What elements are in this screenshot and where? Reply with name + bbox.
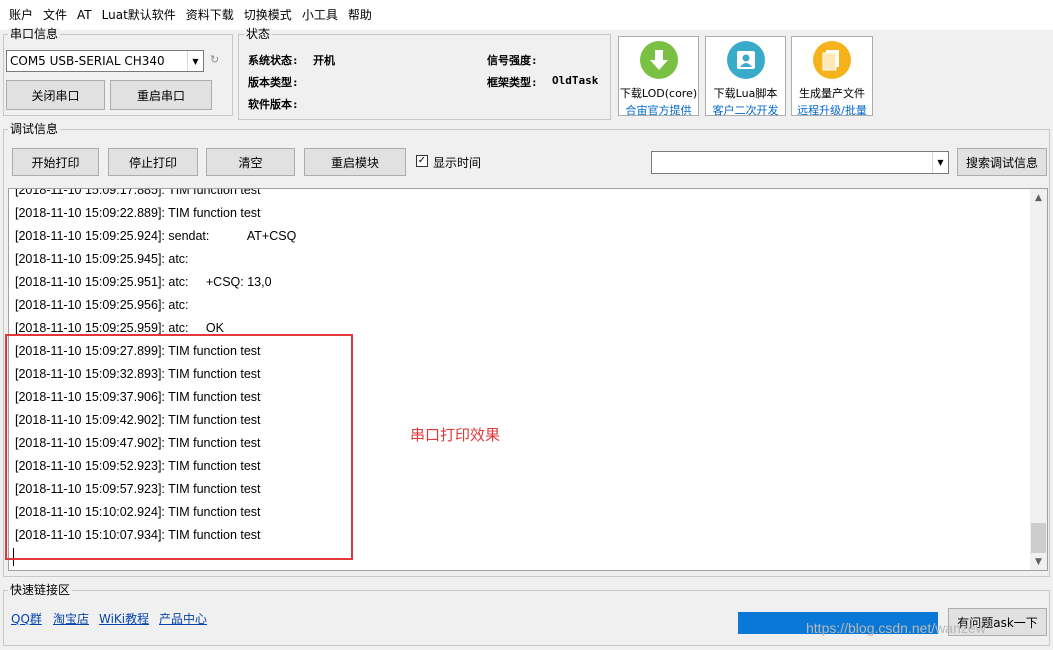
- chevron-down-icon[interactable]: ▼: [932, 152, 948, 173]
- log-line: [2018-11-10 15:09:25.951]: atc: +CSQ: 13…: [15, 275, 272, 289]
- signal-strength-label: 信号强度:: [487, 54, 538, 67]
- framework-type-value: OldTask: [552, 74, 599, 87]
- framework-type-label: 框架类型:: [487, 76, 538, 89]
- highlight-box: [5, 334, 353, 560]
- menu-account[interactable]: 账户: [4, 0, 38, 30]
- clear-button[interactable]: 清空: [206, 148, 295, 176]
- version-type-label: 版本类型:: [248, 76, 299, 89]
- download-lua-line2: 客户二次开发: [712, 104, 779, 117]
- download-lod-line1: 下载LOD(core): [619, 87, 698, 100]
- quick-links-title: 快速链接区: [8, 583, 73, 597]
- menu-downloads[interactable]: 资料下载: [181, 0, 239, 30]
- download-lua-line1: 下载Lua脚本: [713, 87, 778, 100]
- restart-port-button[interactable]: 重启串口: [110, 80, 212, 110]
- link-product-center[interactable]: 产品中心: [159, 610, 207, 627]
- log-scrollbar[interactable]: ▲ ▼: [1030, 189, 1047, 570]
- restart-module-button[interactable]: 重启模块: [304, 148, 406, 176]
- log-line: [2018-11-10 15:09:25.956]: atc:: [15, 298, 189, 312]
- show-time-label: 显示时间: [433, 156, 482, 170]
- menu-luat-default[interactable]: Luat默认软件: [97, 0, 181, 30]
- scrollbar-thumb[interactable]: [1031, 523, 1046, 553]
- port-select-value: COM5 USB-SERIAL CH340: [10, 54, 165, 68]
- search-debug-button[interactable]: 搜索调试信息: [957, 148, 1047, 176]
- debug-group-title: 调试信息: [8, 122, 61, 136]
- status-group-title: 状态: [244, 27, 273, 41]
- log-line: [2018-11-10 15:09:25.924]: sendat: AT+CS…: [15, 229, 297, 243]
- log-line: [2018-11-10 15:09:25.945]: atc:: [15, 252, 189, 266]
- generate-file-line2: 远程升级/批量: [797, 104, 867, 117]
- menu-tools[interactable]: 小工具: [297, 0, 343, 30]
- upload-person-icon: [726, 41, 765, 79]
- generate-file-line1: 生成量产文件: [799, 87, 865, 100]
- link-taobao[interactable]: 淘宝店: [53, 610, 89, 627]
- download-lod-button[interactable]: 下载LOD(core) 合宙官方提供: [618, 36, 699, 117]
- link-wiki[interactable]: WiKi教程: [99, 610, 149, 627]
- menu-file[interactable]: 文件: [38, 0, 72, 30]
- generate-production-file-button[interactable]: 生成量产文件 远程升级/批量: [791, 36, 873, 117]
- download-lod-line2: 合宙官方提供: [625, 104, 692, 117]
- show-time-checkbox[interactable]: ✓: [416, 155, 428, 167]
- search-debug-input[interactable]: ▼: [651, 151, 949, 174]
- document-icon: [813, 41, 851, 79]
- software-version-label: 软件版本:: [248, 98, 299, 111]
- watermark: https://blog.csdn.net/wanzew: [806, 620, 986, 636]
- log-line: [2018-11-10 15:09:22.889]: TIM function …: [15, 206, 261, 220]
- menu-help[interactable]: 帮助: [343, 0, 377, 30]
- menu-bar: 账户 文件 AT Luat默认软件 资料下载 切换模式 小工具 帮助: [0, 0, 1053, 30]
- close-port-button[interactable]: 关闭串口: [6, 80, 105, 110]
- port-select[interactable]: COM5 USB-SERIAL CH340 ▼: [6, 50, 204, 72]
- serial-group-title: 串口信息: [8, 27, 61, 41]
- download-arrow-icon: [639, 41, 678, 79]
- stop-print-button[interactable]: 停止打印: [108, 148, 198, 176]
- refresh-icon[interactable]: ↻: [210, 53, 219, 66]
- log-line: [2018-11-10 15:09:17.885]: TIM function …: [15, 188, 261, 197]
- system-state-value: 开机: [313, 54, 335, 67]
- scroll-down-icon[interactable]: ▼: [1030, 553, 1047, 570]
- annotation-label: 串口打印效果: [410, 426, 501, 444]
- link-qq-group[interactable]: QQ群: [11, 610, 42, 627]
- download-lua-button[interactable]: 下载Lua脚本 客户二次开发: [705, 36, 786, 117]
- menu-switch-mode[interactable]: 切换模式: [239, 0, 297, 30]
- start-print-button[interactable]: 开始打印: [12, 148, 99, 176]
- chevron-down-icon[interactable]: ▼: [187, 51, 203, 71]
- menu-at[interactable]: AT: [72, 0, 97, 30]
- scroll-up-icon[interactable]: ▲: [1030, 189, 1047, 206]
- system-state-label: 系统状态:: [248, 54, 299, 67]
